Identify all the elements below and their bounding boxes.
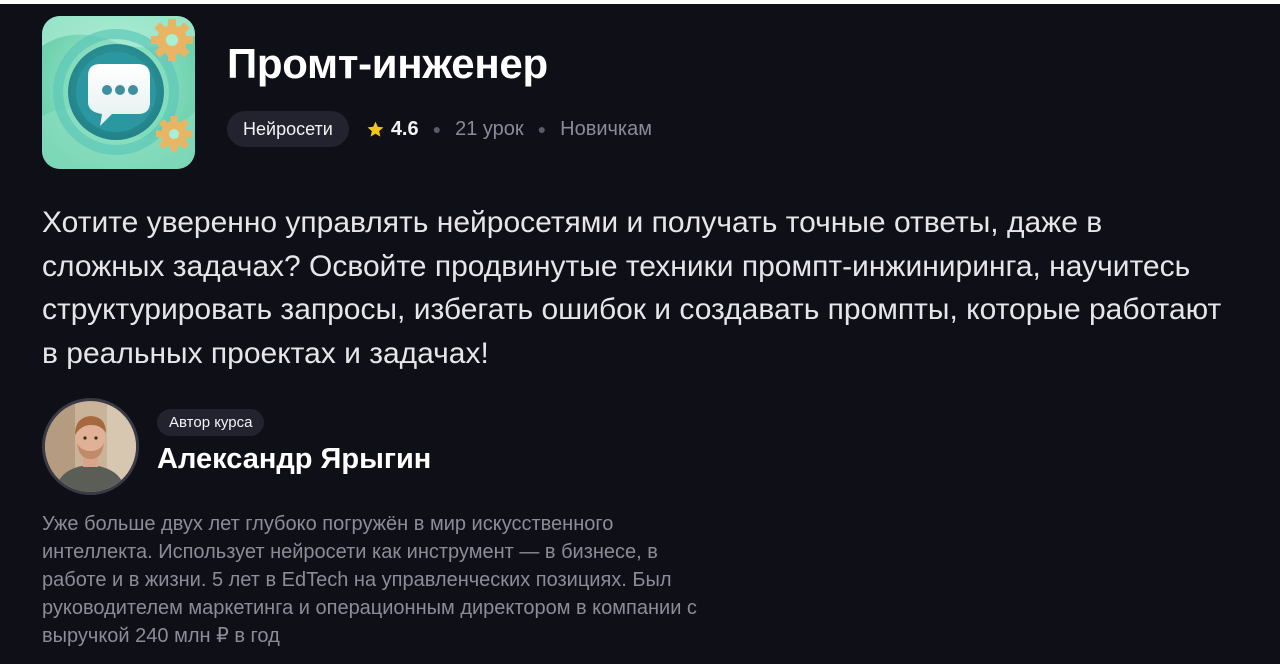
avatar — [42, 398, 139, 495]
rating-value: 4.6 — [390, 117, 419, 140]
star-icon — [367, 121, 384, 137]
separator-dot: ● — [537, 121, 547, 137]
course-level: Новичкам — [560, 117, 652, 140]
separator-dot: ● — [432, 121, 442, 137]
top-divider — [0, 0, 1280, 4]
category-tag[interactable]: Нейросети — [227, 111, 349, 147]
chat-bubble-gears-icon — [42, 16, 195, 169]
course-meta: Нейросети 4.6 ● 21 урок ● Новичкам — [227, 111, 652, 147]
author-badge: Автор курса — [157, 409, 265, 436]
course-title: Промт-инженер — [227, 40, 548, 87]
author-name[interactable]: Александр Ярыгин — [157, 443, 431, 476]
course-description: Хотите уверенно управлять нейросетями и … — [42, 206, 1222, 370]
author-bio: Уже больше двух лет глубоко погружён в м… — [42, 513, 697, 647]
course-rating: 4.6 — [366, 118, 419, 141]
lesson-count: 21 урок — [455, 117, 524, 140]
